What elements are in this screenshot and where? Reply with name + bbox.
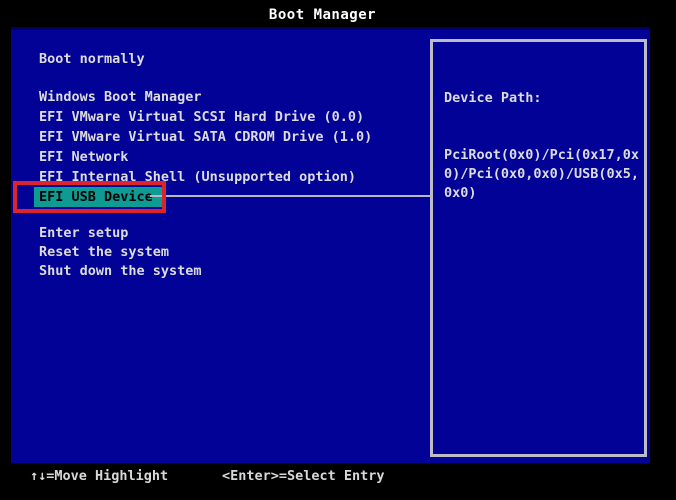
boot-entry[interactable]: EFI VMware Virtual SCSI Hard Drive (0.0) bbox=[34, 107, 372, 127]
boot-entry[interactable]: EFI Network bbox=[34, 147, 372, 167]
page-title: Boot Manager bbox=[0, 6, 645, 25]
device-path-line: PciRoot(0x0)/Pci(0x17,0x bbox=[444, 146, 639, 165]
boot-entry-label: EFI VMware Virtual SCSI Hard Drive (0.0) bbox=[34, 107, 364, 127]
device-path-panel: Device Path: PciRoot(0x0)/Pci(0x17,0x0)/… bbox=[430, 39, 647, 457]
command-entries: Enter setupReset the systemShut down the… bbox=[34, 224, 202, 281]
boot-menu-panel: Boot normally Windows Boot ManagerEFI VM… bbox=[11, 27, 650, 463]
boot-entry-label: Windows Boot Manager bbox=[34, 87, 202, 107]
command-entry[interactable]: Shut down the system bbox=[34, 262, 202, 281]
device-path-text: Device Path: PciRoot(0x0)/Pci(0x17,0x0)/… bbox=[444, 51, 639, 241]
boot-entry-label: EFI Network bbox=[34, 147, 128, 167]
boot-entry[interactable]: Windows Boot Manager bbox=[34, 87, 372, 107]
boot-entry-label: EFI VMware Virtual SATA CDROM Drive (1.0… bbox=[34, 127, 372, 147]
boot-entry[interactable]: EFI VMware Virtual SATA CDROM Drive (1.0… bbox=[34, 127, 372, 147]
boot-entry-boot-normally[interactable]: Boot normally bbox=[34, 50, 145, 69]
select-entry-hint: <Enter>=Select Entry bbox=[222, 467, 385, 486]
divider-line bbox=[150, 195, 431, 197]
annotation-box bbox=[13, 181, 166, 213]
device-path-line: 0x0) bbox=[444, 184, 639, 203]
command-entry[interactable]: Enter setup bbox=[34, 224, 202, 243]
device-path-line: 0)/Pci(0x0,0x0)/USB(0x5, bbox=[444, 165, 639, 184]
move-highlight-hint: ↑↓=Move Highlight bbox=[30, 467, 168, 486]
device-path-heading: Device Path: bbox=[444, 89, 639, 108]
device-path-lines: PciRoot(0x0)/Pci(0x17,0x0)/Pci(0x0,0x0)/… bbox=[444, 146, 639, 203]
help-bar: ↑↓=Move Highlight <Enter>=Select Entry bbox=[0, 467, 676, 486]
command-entry[interactable]: Reset the system bbox=[34, 243, 202, 262]
